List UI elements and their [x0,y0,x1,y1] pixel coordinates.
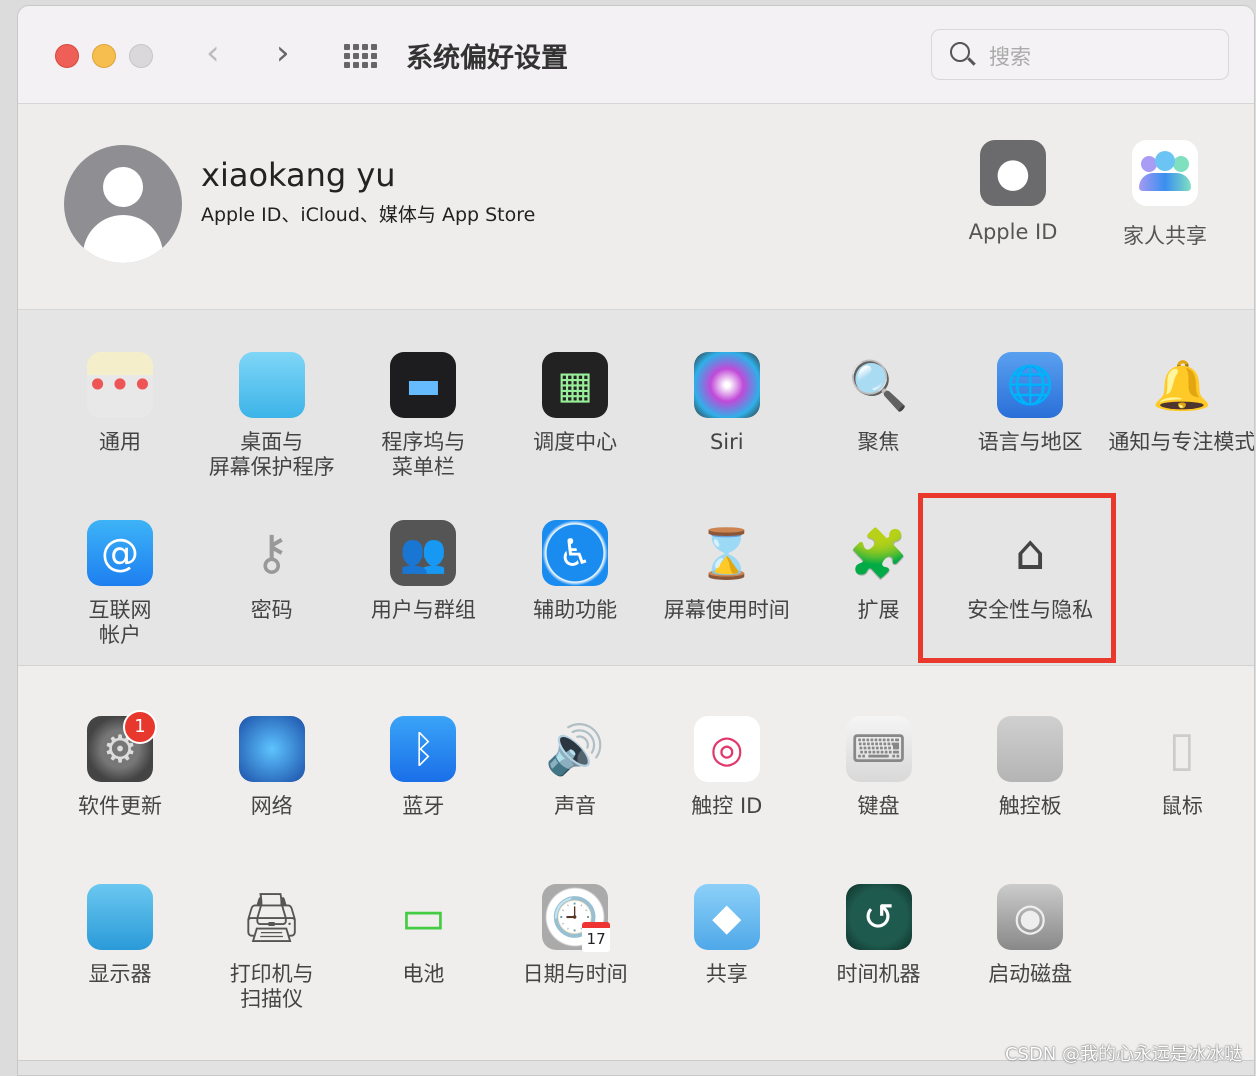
pref-item-label: 语言与地区 [977,430,1083,454]
pref-item-label: 辅助功能 [533,598,618,622]
zoom-button[interactable] [129,44,153,68]
general-icon: ••• [86,352,154,418]
search-placeholder: 搜索 [989,45,1031,69]
family-sharing-icon [1132,140,1198,206]
pref-item-label: 桌面与 屏幕保护程序 [208,430,335,479]
pref-item-label: 鼠标 [1160,794,1203,818]
display-icon [87,884,153,950]
pref-item-label: 声音 [554,794,597,818]
calendar-date: 17 [582,922,611,952]
pref-item-label: 打印机与 扫描仪 [229,962,314,1011]
pref-item-label: 键盘 [857,794,900,818]
pref-item-label: 网络 [250,794,293,818]
keyboard-icon: ⌨ [845,716,912,782]
trackpad-icon [997,716,1064,782]
minimize-button[interactable] [92,44,116,68]
software-update-gear-icon: ⚙ 1 [87,710,157,782]
user-name: xiaokang yu [201,156,396,194]
title-bar: ‹ › 系统偏好设置 搜索 [18,6,1254,104]
preferences-section-2: ⚙ 1 软件更新 网络 ᛒ 蓝牙 🔊 声音 ◎ 触控 ID ⌨ 键盘 触控板 ▯ 鼠标显示器 🖨 打印机与 扫描… [18,666,1254,1061]
pref-item-label: 时间机器 [836,962,921,986]
user-subtitle: Apple ID、iCloud、媒体与 App Store [201,204,536,226]
window-title: 系统偏好设置 [406,43,568,74]
family-sharing-label: 家人共享 [1123,224,1207,248]
screen-time-hourglass-icon: ⌛ [696,525,757,582]
date-time-clock-icon: 🕘 17 [542,884,611,952]
pref-item-label: 触控 ID [691,794,763,818]
avatar[interactable] [64,145,182,263]
pref-item-label: 电池 [402,962,445,986]
pref-item-label: 调度中心 [533,430,618,454]
pref-item-label: 蓝牙 [402,794,445,818]
internet-accounts-icon: @ [87,520,153,586]
sound-speaker-icon: 🔊 [545,721,605,778]
battery-icon: ▭ [400,889,447,945]
passwords-key-icon: ⚷ [254,525,290,581]
pref-item-label: 日期与时间 [522,962,628,986]
sharing-folder-icon: ◆ [693,884,760,950]
touch-id-fingerprint-icon: ◎ [693,716,760,782]
apple-id-profile: xiaokang yu Apple ID、iCloud、媒体与 App Stor… [18,104,1254,310]
mouse-icon: ▯ [1168,721,1196,777]
pref-item-label: 程序坞与 菜单栏 [381,430,466,479]
pref-item-label: 通用 [99,430,141,454]
pref-item-label: 屏幕使用时间 [663,598,790,622]
pref-item-label: 互联网 帐户 [88,598,152,647]
desktop-screensaver-icon [238,352,305,418]
spotlight-icon: 🔍 [848,357,909,414]
show-all-grid-icon[interactable] [344,44,378,68]
language-region-icon: 🌐 [997,352,1064,418]
extensions-puzzle-icon: 🧩 [848,525,909,582]
pref-item-label: 共享 [705,962,748,986]
watermark: CSDN @我的心永远是冰冰哒 [1004,1044,1242,1065]
startup-disk-icon: ◉ [997,884,1064,950]
pref-item-label: 用户与群组 [370,598,476,622]
users-groups-icon: 👥 [390,520,457,586]
system-preferences-window: ‹ › 系统偏好设置 搜索 xiaokang yu Apple ID、iClou… [17,5,1255,1076]
forward-button[interactable]: › [276,36,290,70]
notification-badge: 1 [123,710,157,744]
pref-item-label: 触控板 [998,794,1062,818]
pref-item-label: Siri [709,430,744,454]
bluetooth-icon: ᛒ [390,716,457,782]
search-input[interactable]: 搜索 [931,29,1229,80]
siri-icon [693,352,760,418]
pref-item-label: 通知与专注模式 [1108,430,1255,454]
printer-icon: 🖨 [241,889,303,946]
close-button[interactable] [55,44,79,68]
pref-item-label: 聚焦 [857,430,900,454]
search-icon [950,42,970,62]
pref-item-label: 启动磁盘 [988,962,1073,986]
time-machine-icon: ↺ [845,884,912,950]
accessibility-icon: ♿ [542,520,609,586]
pref-item-label: 软件更新 [78,794,162,818]
pref-item-label: 密码 [250,598,293,622]
notifications-icon: 🔔 [1152,357,1212,414]
back-button[interactable]: ‹ [206,36,220,70]
apple-icon: ● [980,140,1046,206]
network-globe-icon [238,716,305,782]
apple-id-label: Apple ID [968,220,1058,244]
highlight-box [918,493,1116,663]
mission-control-icon: ▦ [542,352,609,418]
pref-item-label: 显示器 [88,962,152,986]
dock-menubar-icon: ▬ [390,352,457,418]
